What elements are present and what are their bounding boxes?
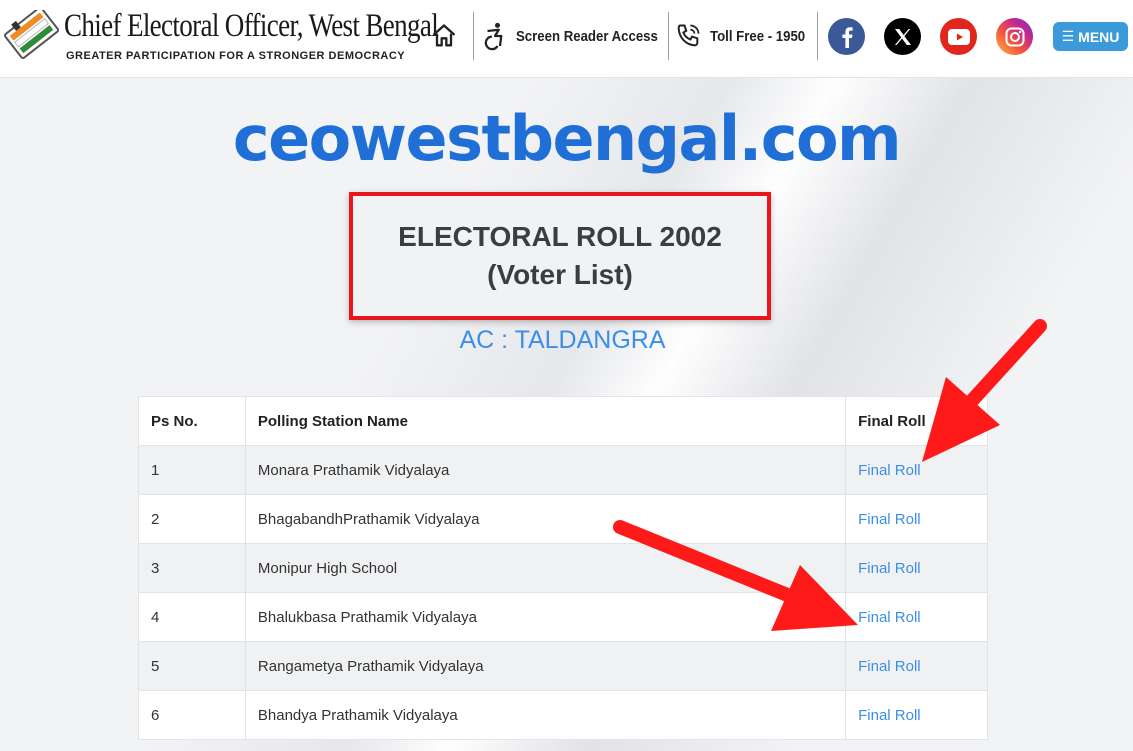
screen-reader-label: Screen Reader Access	[516, 27, 658, 45]
station-name: Monara Prathamik Vidyalaya	[244, 445, 847, 495]
menu-label: MENU	[1078, 28, 1120, 45]
instagram-icon	[1005, 27, 1024, 46]
final-roll-link[interactable]: Final Roll	[858, 658, 921, 675]
final-roll-link[interactable]: Final Roll	[858, 707, 921, 724]
ps-number: 2	[138, 494, 246, 544]
youtube-link[interactable]	[940, 18, 977, 55]
page-title-box: ELECTORAL ROLL 2002 (Voter List)	[349, 192, 771, 320]
phone-icon	[677, 24, 700, 47]
header-divider	[817, 12, 818, 60]
ps-number: 6	[138, 690, 246, 740]
site-name[interactable]: Chief Electoral Officer, West Bengal	[64, 8, 439, 45]
station-name: Bhandya Prathamik Vidyalaya	[244, 690, 847, 740]
column-header-final-roll: Final Roll	[845, 396, 988, 446]
accessibility-icon	[484, 22, 503, 51]
column-header-station-name: Polling Station Name	[244, 396, 847, 446]
assembly-constituency-label: AC : TALDANGRA	[459, 326, 666, 354]
screen-reader-access-link[interactable]: Screen Reader Access	[480, 16, 677, 56]
x-icon	[894, 28, 911, 45]
ballot-logo-icon[interactable]	[4, 10, 60, 60]
table-row: 3 Monipur High School Final Roll	[138, 543, 988, 593]
home-button[interactable]	[430, 16, 458, 56]
table-row: 1 Monara Prathamik Vidyalaya Final Roll	[138, 445, 988, 495]
ps-number: 1	[138, 445, 246, 495]
ps-number: 5	[138, 641, 246, 691]
site-tagline: GREATER PARTICIPATION FOR A STRONGER DEM…	[66, 50, 406, 62]
youtube-icon	[947, 28, 970, 45]
toll-free-label: Toll Free - 1950	[710, 27, 806, 45]
menu-button[interactable]: ☰ MENU	[1053, 22, 1128, 51]
polling-station-table: Ps No. Polling Station Name Final Roll 1…	[138, 396, 988, 740]
final-roll-link[interactable]: Final Roll	[858, 462, 921, 479]
page-subtitle: (Voter List)	[487, 259, 633, 290]
facebook-link[interactable]	[828, 18, 865, 55]
instagram-link[interactable]	[996, 18, 1033, 55]
station-name: Bhalukbasa Prathamik Vidyalaya	[244, 592, 847, 642]
table-header-row: Ps No. Polling Station Name Final Roll	[138, 396, 988, 446]
table-row: 6 Bhandya Prathamik Vidyalaya Final Roll	[138, 690, 988, 740]
home-icon	[432, 24, 456, 47]
station-name: BhagabandhPrathamik Vidyalaya	[244, 494, 847, 544]
column-header-ps-no: Ps No.	[138, 396, 246, 446]
x-link[interactable]	[884, 18, 921, 55]
brand-watermark: ceowestbengal.com	[232, 102, 902, 175]
table-row: 4 Bhalukbasa Prathamik Vidyalaya Final R…	[138, 592, 988, 642]
table-row: 2 BhagabandhPrathamik Vidyalaya Final Ro…	[138, 494, 988, 544]
header-divider	[473, 12, 474, 60]
page-title: ELECTORAL ROLL 2002	[398, 221, 722, 252]
station-name: Monipur High School	[244, 543, 847, 593]
station-name: Rangametya Prathamik Vidyalaya	[244, 641, 847, 691]
final-roll-link[interactable]: Final Roll	[858, 511, 921, 528]
hamburger-icon: ☰	[1061, 28, 1075, 44]
site-header: Chief Electoral Officer, West Bengal GRE…	[0, 0, 1133, 78]
facebook-icon	[841, 26, 853, 48]
table-row: 5 Rangametya Prathamik Vidyalaya Final R…	[138, 641, 988, 691]
ps-number: 3	[138, 543, 246, 593]
ps-number: 4	[138, 592, 246, 642]
header-divider	[668, 12, 669, 60]
final-roll-link[interactable]: Final Roll	[858, 560, 921, 577]
toll-free-link[interactable]: Toll Free - 1950	[674, 16, 818, 56]
final-roll-link[interactable]: Final Roll	[858, 609, 921, 626]
